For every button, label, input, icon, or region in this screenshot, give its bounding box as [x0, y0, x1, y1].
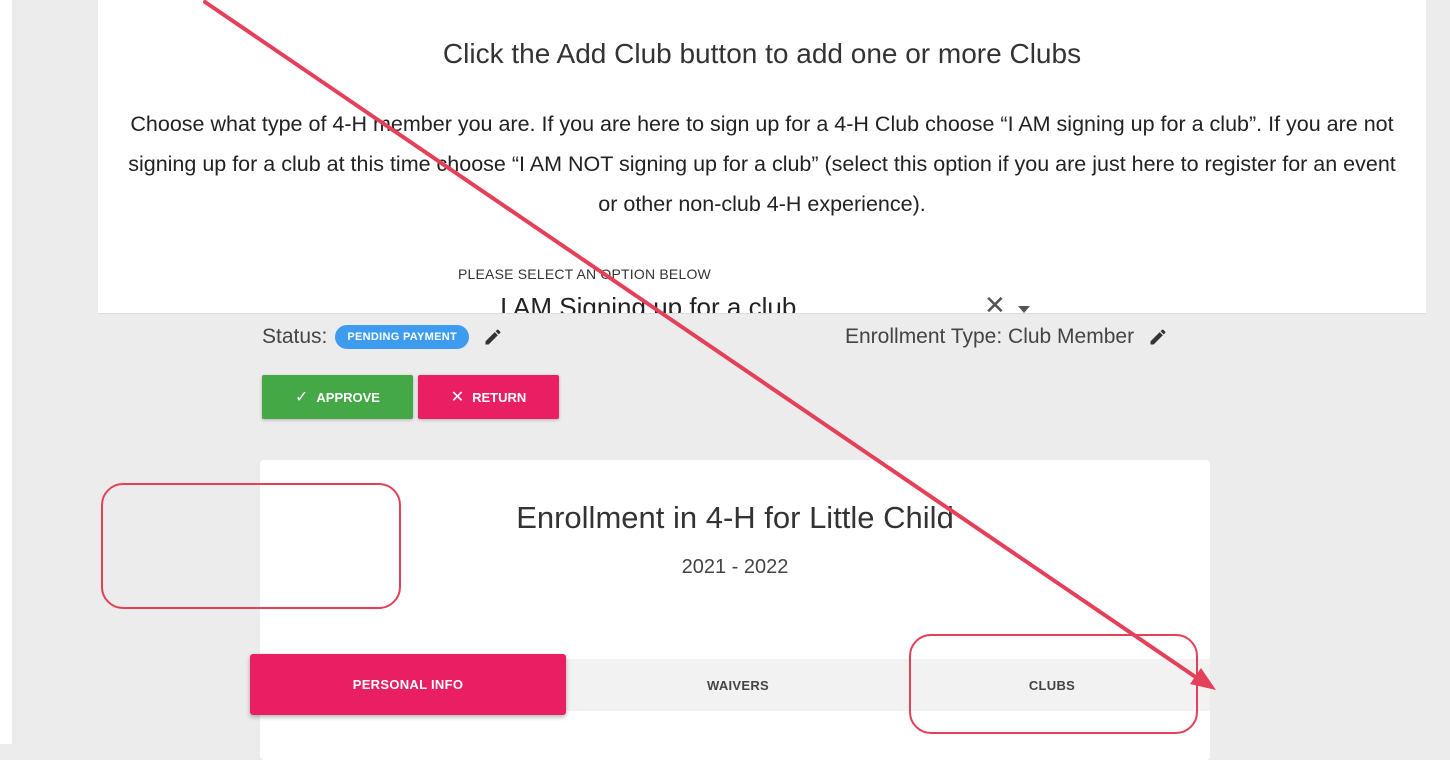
annotation-arrow	[203, 0, 1216, 690]
